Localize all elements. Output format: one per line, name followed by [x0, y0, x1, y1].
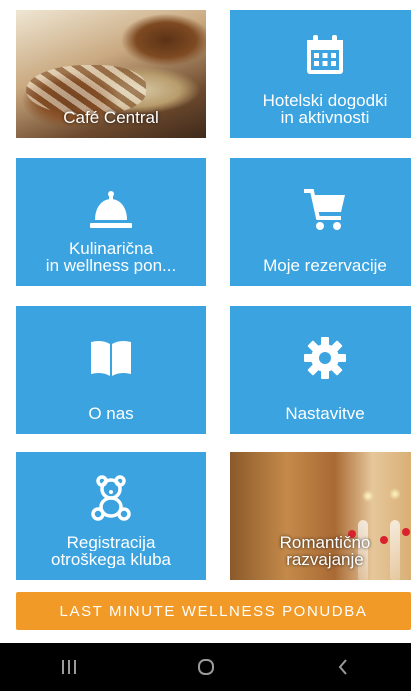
- open-book-icon: [91, 340, 131, 376]
- calendar-icon: [307, 35, 343, 74]
- home-icon: [197, 659, 214, 675]
- tile-label: Café Central: [63, 108, 159, 127]
- last-minute-wellness-button[interactable]: LAST MINUTE WELLNESS PONUDBA: [16, 592, 411, 630]
- tile-settings[interactable]: Nastavitve: [230, 306, 411, 434]
- tile-label: Nastavitve: [285, 405, 365, 422]
- back-icon: [338, 659, 347, 675]
- shopping-cart-icon: [304, 189, 345, 230]
- tile-about-us[interactable]: O nas: [16, 306, 206, 434]
- tile-label: Kulinarična in wellness pon...: [45, 240, 177, 274]
- tile-label: Registracija otroškega kluba: [50, 534, 172, 568]
- tile-label: Hotelski dogodki in aktivnosti: [262, 92, 388, 126]
- service-bell-icon: [90, 191, 132, 228]
- tile-romantic-pampering[interactable]: Romantično razvajanje: [230, 452, 411, 580]
- tile-kids-club-registration[interactable]: Registracija otroškega kluba: [16, 452, 206, 580]
- tile-culinary-wellness[interactable]: Kulinarična in wellness pon...: [16, 158, 206, 286]
- tile-label: O nas: [88, 405, 134, 422]
- system-navigation-bar: [0, 643, 411, 691]
- tile-label: Moje rezervacije: [263, 257, 387, 274]
- tile-hotel-events[interactable]: Hotelski dogodki in aktivnosti: [230, 10, 411, 138]
- teddy-bear-icon: [91, 475, 131, 521]
- cta-label: LAST MINUTE WELLNESS PONUDBA: [59, 602, 368, 620]
- home-button[interactable]: [176, 643, 236, 691]
- tile-cafe-central[interactable]: Café Central: [16, 10, 206, 138]
- recent-apps-icon: [61, 660, 76, 674]
- back-button[interactable]: [313, 643, 373, 691]
- tile-my-reservations[interactable]: Moje rezervacije: [230, 158, 411, 286]
- menu-grid: Café Central Hotelski dogodki in aktivno…: [0, 0, 411, 580]
- recent-apps-button[interactable]: [39, 643, 99, 691]
- tile-label: Romantično razvajanje: [279, 533, 371, 569]
- gear-icon: [304, 337, 346, 379]
